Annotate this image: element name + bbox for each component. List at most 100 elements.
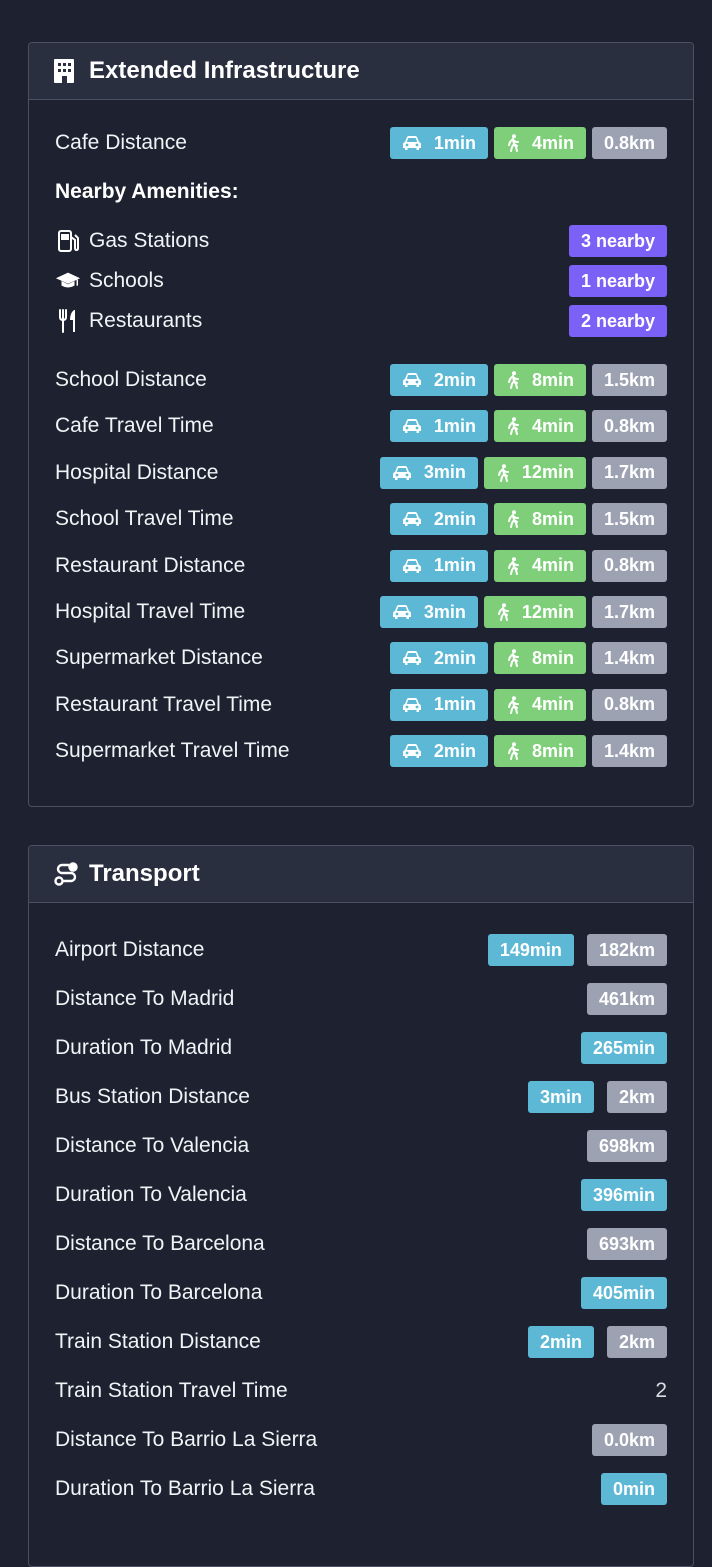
duration-badge: 405min — [580, 1277, 667, 1309]
distance-badge-text: 0.0km — [603, 1429, 655, 1450]
car-time-badge: 3min — [379, 456, 478, 489]
amenity-name: Schools — [89, 269, 164, 292]
distance-badge-text: 0.8km — [603, 555, 655, 576]
distance-badge-text: 693km — [598, 1233, 655, 1254]
distance-badge-text: 0.8km — [603, 415, 655, 436]
walk-time-badge-text: 8min — [531, 740, 574, 761]
row-badges: 396min — [580, 1179, 667, 1211]
amenity-label: Schools — [55, 269, 164, 293]
car-time-badge-text: 3min — [423, 601, 466, 622]
row-badges: 2 — [655, 1379, 667, 1403]
transport-title: Transport — [89, 860, 200, 887]
walk-icon — [506, 417, 526, 436]
building-icon — [53, 58, 79, 84]
row-label: Bus Station Distance — [55, 1085, 250, 1108]
nearby-count-badge: 2 nearby — [568, 305, 667, 337]
gas-pump-icon — [55, 229, 81, 253]
row-label: Supermarket Distance — [55, 646, 263, 670]
transport-row: Duration To Barcelona 405min — [55, 1277, 667, 1309]
nearby-count-badge: 3 nearby — [568, 225, 667, 257]
car-time-badge-text: 3min — [423, 462, 466, 483]
distance-badge: 0.8km — [591, 549, 667, 582]
nearby-count-badge-text: 1 nearby — [580, 270, 655, 291]
row-label: Duration To Barcelona — [55, 1281, 263, 1304]
row-label: Restaurant Distance — [55, 553, 246, 577]
distance-badge-text: 1.4km — [603, 740, 655, 761]
distance-badge-text: 1.7km — [603, 601, 655, 622]
car-time-badge-text: 1min — [433, 555, 476, 576]
row-label: Duration To Barrio La Sierra — [55, 1477, 315, 1500]
duration-badge-text: 2min — [539, 1331, 582, 1352]
car-time-badge-text: 1min — [433, 694, 476, 715]
distance-badge: 2km — [606, 1081, 667, 1113]
transport-row: Duration To Valencia 396min — [55, 1179, 667, 1211]
car-icon — [402, 372, 428, 388]
walk-time-badge: 4min — [493, 549, 586, 582]
row-label: Train Station Travel Time — [55, 1379, 288, 1402]
infra-row: Restaurant Distance 1min 4min 0.8km — [55, 549, 667, 582]
distance-badge: 0.8km — [591, 688, 667, 721]
row-badges: 2min 8min 1.4km — [389, 642, 667, 675]
row-label: Distance To Valencia — [55, 1134, 250, 1157]
car-icon — [402, 650, 428, 666]
walk-icon — [506, 556, 526, 575]
infra-row: Cafe Travel Time 1min 4min 0.8km — [55, 410, 667, 443]
duration-badge-text: 396min — [592, 1184, 655, 1205]
car-icon — [402, 511, 428, 527]
car-time-badge: 1min — [389, 688, 488, 721]
infra-row: Cafe Distance 1min 4min 0.8km — [55, 127, 667, 159]
distance-badge-text: 1.4km — [603, 647, 655, 668]
distance-badge-text: 182km — [598, 939, 655, 960]
walk-time-badge: 8min — [493, 735, 586, 768]
amenity-name: Restaurants — [89, 309, 203, 332]
distance-badge: 698km — [586, 1130, 667, 1162]
walk-time-badge: 8min — [493, 364, 586, 396]
row-badges: 1min 4min 0.8km — [389, 410, 667, 443]
walk-time-badge: 12min — [483, 596, 586, 628]
infra-row: Supermarket Travel Time 2min 8min 1.4km — [55, 735, 667, 768]
distance-badge: 1.4km — [591, 642, 667, 675]
row-label: School Travel Time — [55, 507, 234, 531]
distance-badge: 1.7km — [591, 456, 667, 489]
row-badges: 2min 2km — [527, 1326, 667, 1358]
utensils-icon — [55, 309, 81, 333]
row-label: Airport Distance — [55, 938, 205, 961]
row-label: Supermarket Travel Time — [55, 739, 290, 763]
distance-badge: 461km — [586, 983, 667, 1015]
amenity-row: Gas Stations 3 nearby — [55, 225, 667, 257]
row-badges: 2min 8min 1.5km — [389, 503, 667, 536]
transport-row: Duration To Madrid 265min — [55, 1032, 667, 1064]
duration-badge: 149min — [487, 934, 574, 966]
walk-time-badge: 8min — [493, 503, 586, 536]
duration-badge: 396min — [580, 1179, 667, 1211]
distance-badge: 0.0km — [591, 1424, 667, 1456]
car-icon — [402, 743, 428, 759]
row-badges: 149min 182km — [487, 934, 667, 966]
row-label: Distance To Barcelona — [55, 1232, 265, 1255]
car-time-badge: 2min — [389, 503, 488, 536]
distance-badge-text: 461km — [598, 988, 655, 1009]
row-label: Hospital Travel Time — [55, 600, 246, 623]
row-badges: 405min — [580, 1277, 667, 1309]
duration-badge-text: 405min — [592, 1282, 655, 1303]
row-label: Distance To Barrio La Sierra — [55, 1428, 318, 1451]
distance-badge-text: 0.8km — [603, 694, 655, 715]
walk-icon — [506, 510, 526, 529]
walk-time-badge-text: 4min — [531, 415, 574, 436]
car-time-badge: 1min — [389, 410, 488, 443]
amenity-row: Restaurants 2 nearby — [55, 305, 667, 337]
infra-row: School Distance 2min 8min 1.5km — [55, 364, 667, 396]
distance-badge: 0.8km — [591, 410, 667, 443]
transport-row: Distance To Barrio La Sierra 0.0km — [55, 1424, 667, 1456]
distance-badge-text: 2km — [618, 1331, 655, 1352]
row-badges: 1min 4min 0.8km — [389, 688, 667, 721]
transport-card: Transport Airport Distance 149min 182km Dis… — [28, 845, 694, 1567]
row-badges: 0.0km — [591, 1424, 667, 1456]
distance-badge-text: 1.7km — [603, 462, 655, 483]
infra-row: School Travel Time 2min 8min 1.5km — [55, 503, 667, 536]
car-time-badge-text: 2min — [433, 647, 476, 668]
car-time-badge: 2min — [389, 735, 488, 768]
duration-badge-text: 149min — [499, 939, 562, 960]
walk-time-badge-text: 12min — [521, 462, 574, 483]
car-time-badge-text: 1min — [433, 415, 476, 436]
